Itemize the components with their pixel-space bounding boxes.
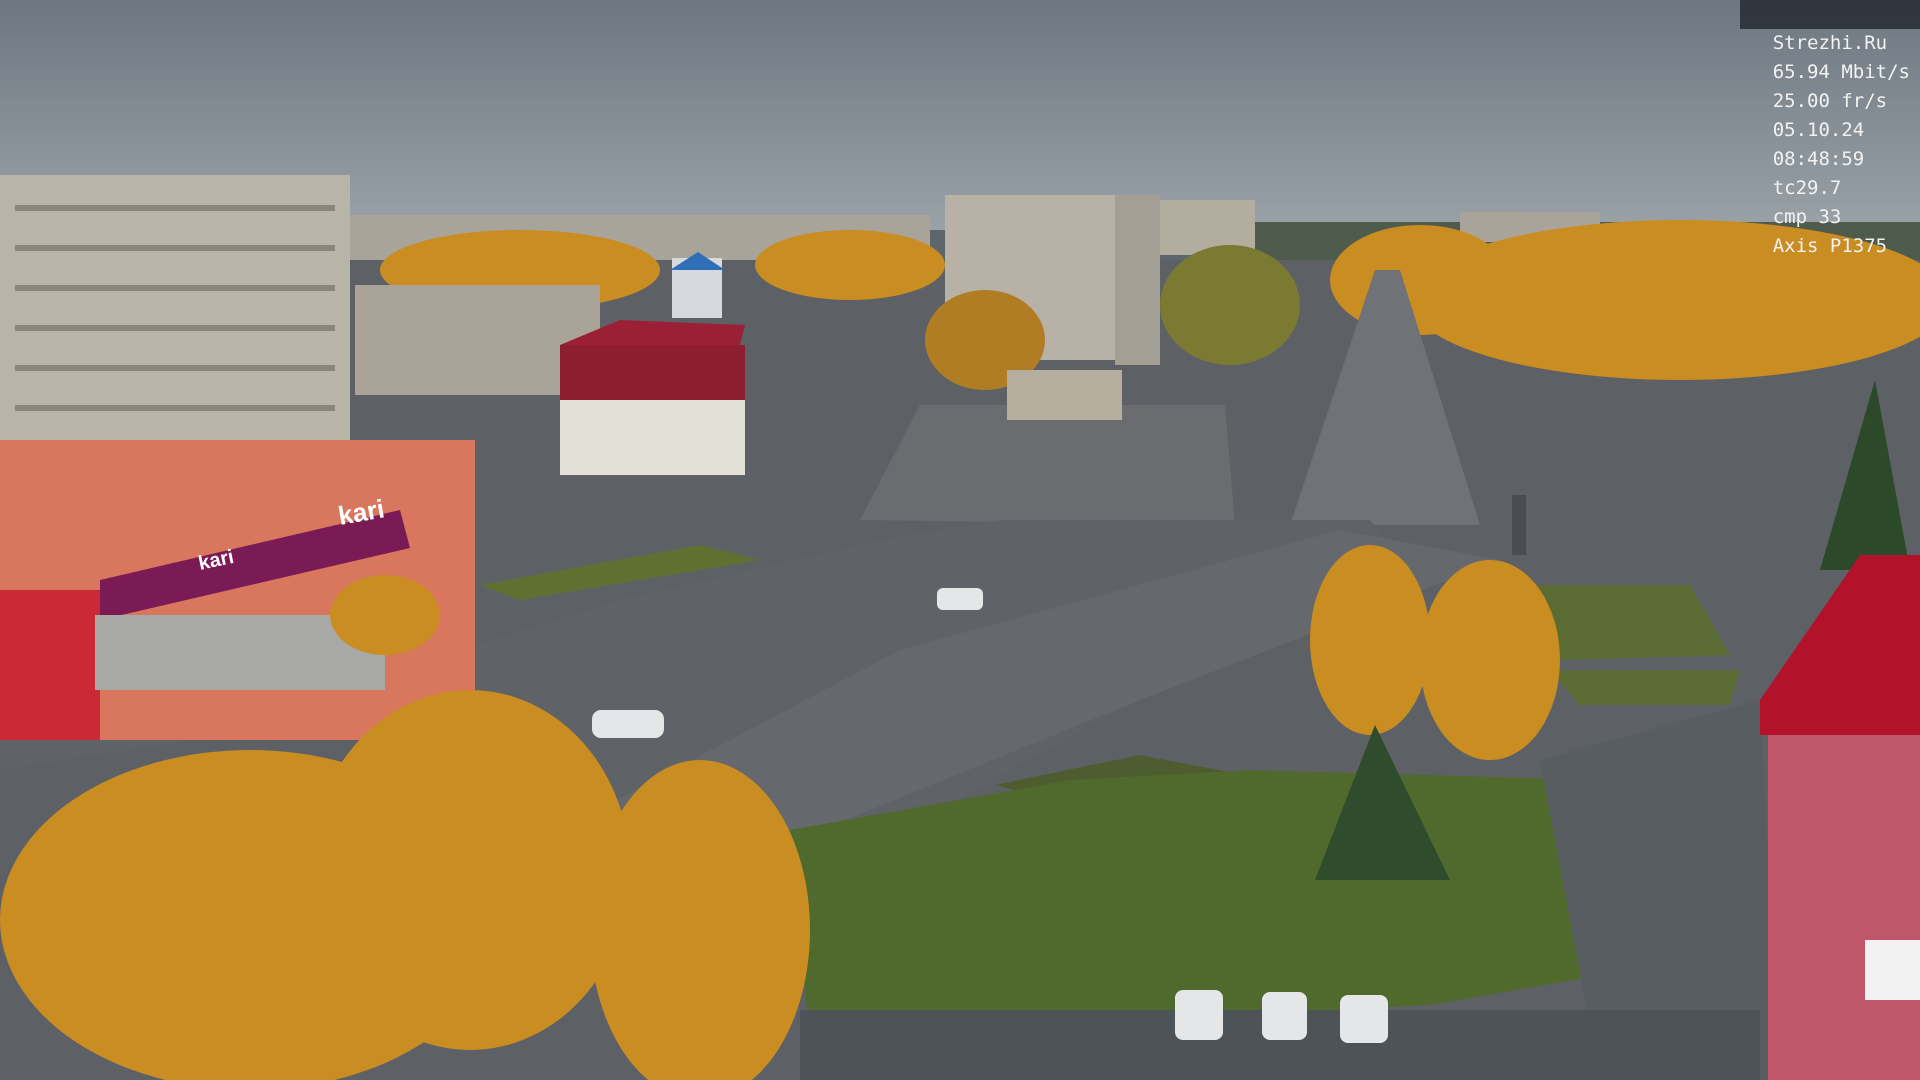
overlay-tc: tc29.7 — [1772, 177, 1842, 199]
webcam-street-scene: kari kari — [0, 0, 1920, 1080]
monument — [1512, 495, 1526, 555]
overlay-bitrate: 65.94 Mbit/s — [1772, 61, 1910, 83]
green-trees — [1160, 245, 1300, 365]
upper-plaza — [860, 405, 1235, 525]
red-roof-house — [560, 320, 745, 475]
overlay-time: 08:48:59 — [1772, 148, 1865, 170]
overlay-fps: 25.00 fr/s — [1772, 90, 1888, 112]
overlay-date: 05.10.24 — [1772, 119, 1865, 141]
overlay-camera: Axis P1375 — [1772, 235, 1888, 257]
overlay-cmp: cmp 33 — [1772, 206, 1842, 228]
camera-info-overlay: Strezhi.Ru 65.94 Mbit/s 25.00 fr/s 05.10… — [1739, 0, 1920, 257]
small-building — [1007, 370, 1122, 420]
overlay-site: Strezhi.Ru — [1772, 32, 1888, 54]
